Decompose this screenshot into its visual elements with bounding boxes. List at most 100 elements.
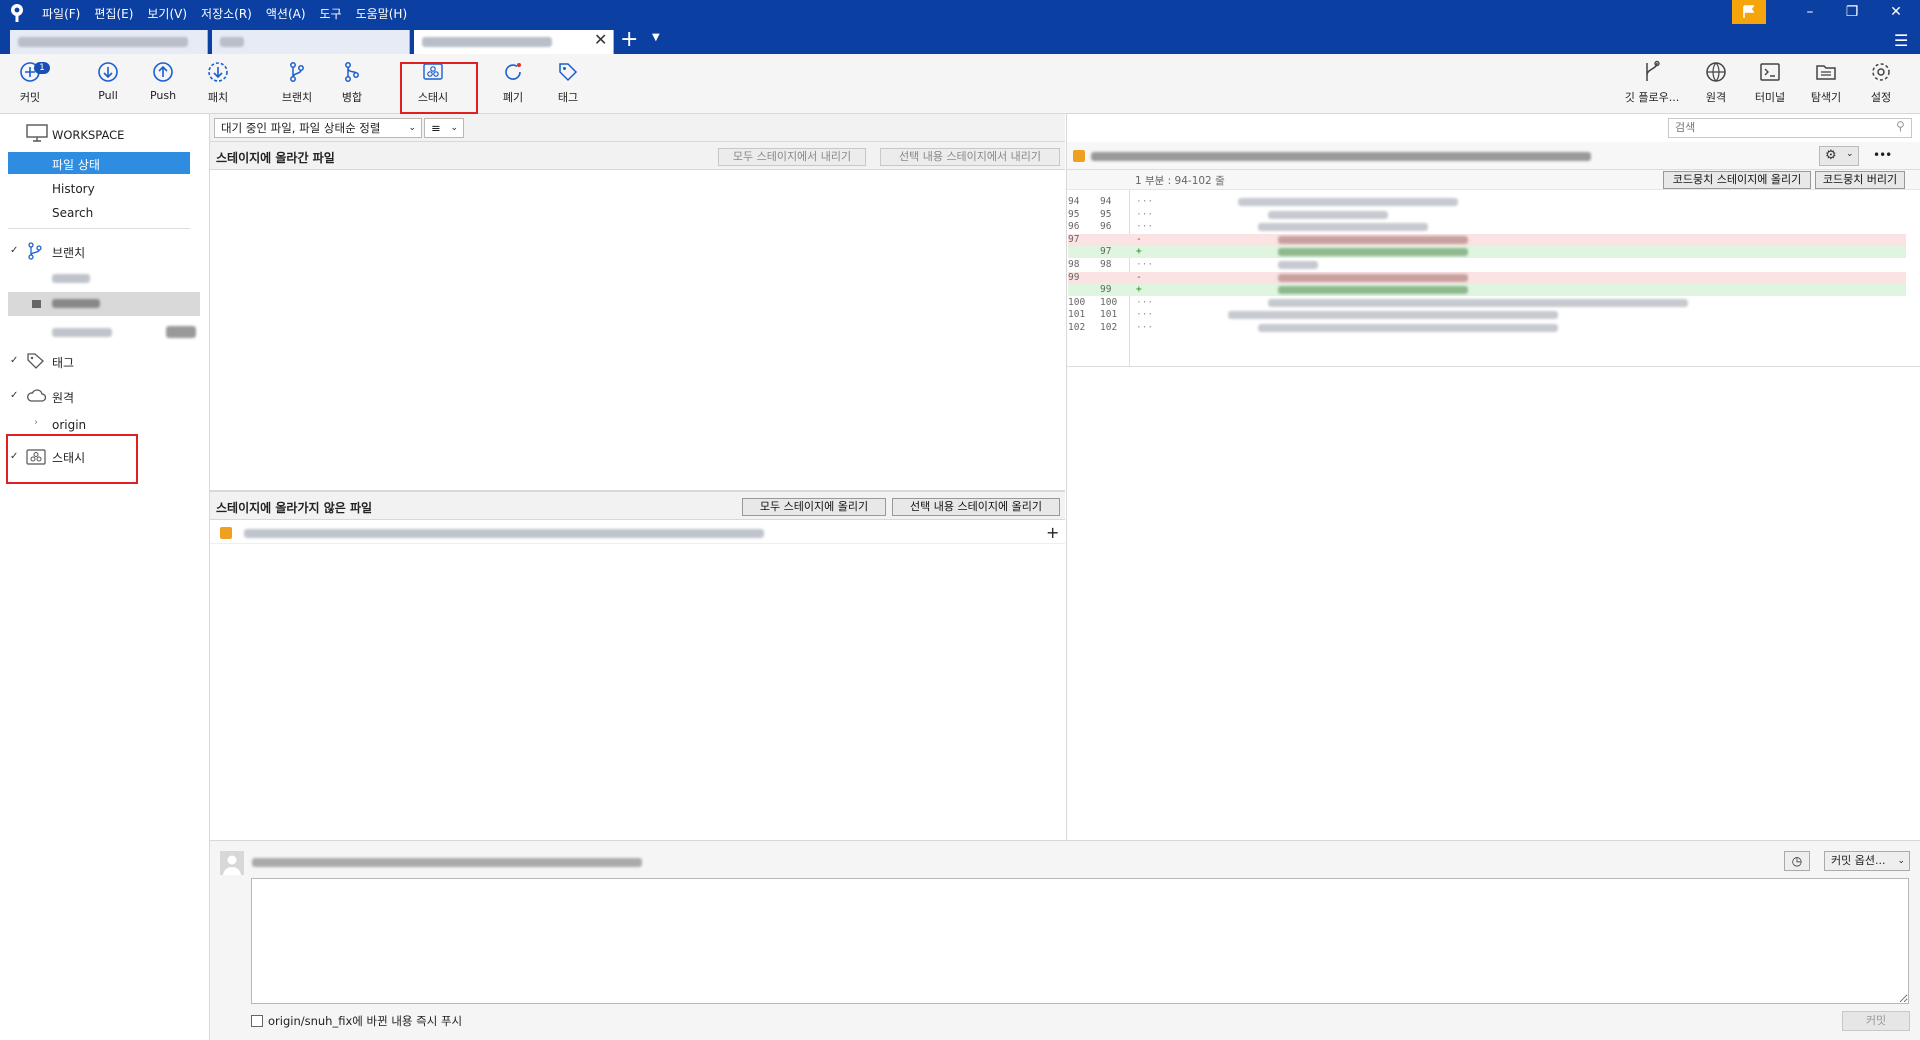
menu-repository[interactable]: 저장소(R): [201, 5, 252, 22]
folder-icon: [1816, 65, 1836, 80]
unstage-selected-button[interactable]: 선택 내용 스테이지에서 내리기: [880, 148, 1060, 166]
remote-button[interactable]: 원격: [1686, 60, 1746, 105]
menu-help[interactable]: 도움말(H): [356, 5, 408, 22]
chevron-down-icon[interactable]: ✓: [10, 245, 18, 256]
stage-all-button[interactable]: 모두 스테이지에 올리기: [742, 498, 886, 516]
pull-button[interactable]: Pull: [78, 60, 138, 102]
git-flow-button[interactable]: 깃 플로우...: [1622, 60, 1682, 105]
settings-button[interactable]: 설정: [1851, 60, 1911, 105]
fetch-icon: [208, 62, 228, 82]
menu-tools[interactable]: 도구: [320, 5, 342, 22]
commit-button[interactable]: 1 커밋: [0, 60, 60, 105]
unstage-all-button[interactable]: 모두 스테이지에서 내리기: [718, 148, 866, 166]
sidebar: WORKSPACE 파일 상태 History Search ✓ 브랜치 ✓ 태…: [0, 114, 210, 1040]
close-tab-icon[interactable]: ✕: [594, 30, 607, 49]
staged-files-list[interactable]: [210, 170, 1065, 490]
diff-marker: +: [1136, 246, 1142, 257]
sidebar-section-remotes[interactable]: 원격: [52, 389, 74, 406]
push-button[interactable]: Push: [133, 60, 193, 102]
branch-item[interactable]: [52, 274, 90, 283]
stage-file-plus-icon[interactable]: +: [1046, 523, 1059, 542]
flag-icon: [1743, 5, 1755, 18]
new-line-number: 102: [1100, 322, 1118, 333]
stage-hunk-button[interactable]: 코드뭉치 스테이지에 올리기: [1663, 171, 1811, 189]
push-label: Push: [149, 89, 177, 102]
clock-icon: ◷: [1791, 854, 1803, 868]
discard-button[interactable]: 폐기: [483, 60, 543, 105]
list-item[interactable]: +: [210, 522, 1065, 544]
branch-button[interactable]: 브랜치: [267, 60, 327, 105]
hunk-range-label: 1 부분 : 94-102 줄: [1135, 175, 1225, 187]
current-branch-marker-icon: [32, 300, 41, 308]
merge-button[interactable]: 병합: [322, 60, 382, 105]
diff-line[interactable]: 99 +: [1068, 284, 1906, 296]
diff-code: [1268, 299, 1688, 307]
add-tab-icon[interactable]: +: [620, 27, 638, 52]
workspace-header: WORKSPACE: [52, 128, 125, 142]
stage-selected-button[interactable]: 선택 내용 스테이지에 올리기: [892, 498, 1060, 516]
diff-line[interactable]: 101 101 ···: [1068, 309, 1906, 321]
chevron-right-icon[interactable]: ›: [34, 417, 38, 428]
old-line-number: 95: [1068, 209, 1080, 220]
close-window-button[interactable]: ✕: [1886, 4, 1906, 20]
cloud-icon: [27, 389, 46, 402]
sidebar-item-history[interactable]: History: [52, 182, 95, 196]
old-line-number: 96: [1068, 221, 1080, 232]
avatar: [220, 851, 244, 875]
repo-tab[interactable]: [10, 30, 208, 54]
sidebar-section-tags[interactable]: 태그: [52, 354, 74, 371]
minimize-button[interactable]: –: [1800, 4, 1820, 20]
diff-line[interactable]: 98 98 ···: [1068, 259, 1906, 271]
repo-tab-active[interactable]: [414, 30, 614, 54]
terminal-icon: [1760, 63, 1780, 81]
search-input[interactable]: [1668, 118, 1912, 138]
old-line-number: 97: [1068, 234, 1080, 245]
tag-button[interactable]: 태그: [538, 60, 598, 105]
diff-line[interactable]: 102 102 ···: [1068, 322, 1906, 334]
commit-submit-button[interactable]: 커밋: [1842, 1011, 1910, 1031]
sidebar-item-file-status[interactable]: 파일 상태: [52, 156, 100, 173]
unstaged-files-list[interactable]: +: [210, 520, 1065, 840]
view-mode-dropdown[interactable]: ≡ ⌄: [424, 118, 464, 138]
diff-line[interactable]: 99 -: [1068, 272, 1906, 284]
branch-item[interactable]: [52, 299, 100, 308]
push-immediately-checkbox[interactable]: [251, 1015, 263, 1027]
diff-line[interactable]: 97 +: [1068, 246, 1906, 258]
diff-marker: +: [1136, 284, 1142, 295]
discard-hunk-button[interactable]: 코드뭉치 버리기: [1815, 171, 1905, 189]
hamburger-menu-icon[interactable]: ☰: [1894, 31, 1908, 50]
branch-item[interactable]: [52, 328, 112, 337]
terminal-button[interactable]: 터미널: [1740, 60, 1800, 105]
tab-list-dropdown-icon[interactable]: ▼: [652, 32, 660, 43]
menu-edit[interactable]: 편집(E): [94, 5, 133, 22]
new-line-number: 97: [1100, 246, 1112, 257]
chevron-down-icon[interactable]: ✓: [10, 390, 18, 401]
menu-view[interactable]: 보기(V): [147, 5, 187, 22]
old-line-number: 99: [1068, 272, 1080, 283]
fetch-button[interactable]: 패치: [188, 60, 248, 105]
diff-settings-dropdown[interactable]: ⚙ ⌄: [1819, 146, 1859, 166]
sidebar-item-search[interactable]: Search: [52, 206, 93, 220]
menu-file[interactable]: 파일(F): [42, 5, 80, 22]
menu-actions[interactable]: 액션(A): [266, 5, 306, 22]
sidebar-section-branches[interactable]: 브랜치: [52, 244, 85, 261]
explorer-button[interactable]: 탐색기: [1796, 60, 1856, 105]
notification-flag-button[interactable]: [1732, 0, 1766, 24]
commit-message-input[interactable]: [251, 878, 1909, 1004]
commit-options-dropdown[interactable]: 커밋 옵션... ⌄: [1824, 851, 1910, 871]
diff-line[interactable]: 94 94 ···: [1068, 196, 1906, 208]
more-options-icon[interactable]: •••: [1873, 148, 1892, 162]
maximize-button[interactable]: ❐: [1842, 4, 1862, 20]
chevron-down-icon[interactable]: ✓: [10, 355, 18, 366]
diff-marker: -: [1136, 234, 1142, 245]
diff-line[interactable]: 95 95 ···: [1068, 209, 1906, 221]
sidebar-item-origin[interactable]: origin: [52, 418, 86, 432]
diff-marker: ···: [1136, 297, 1154, 308]
diff-line[interactable]: 97 -: [1068, 234, 1906, 246]
file-sort-dropdown[interactable]: 대기 중인 파일, 파일 상태순 정렬 ⌄: [214, 118, 422, 138]
repo-tab[interactable]: [212, 30, 410, 54]
commit-history-button[interactable]: ◷: [1784, 851, 1810, 871]
tag-icon: [27, 353, 44, 369]
diff-line[interactable]: 100 100 ···: [1068, 297, 1906, 309]
diff-line[interactable]: 96 96 ···: [1068, 221, 1906, 233]
